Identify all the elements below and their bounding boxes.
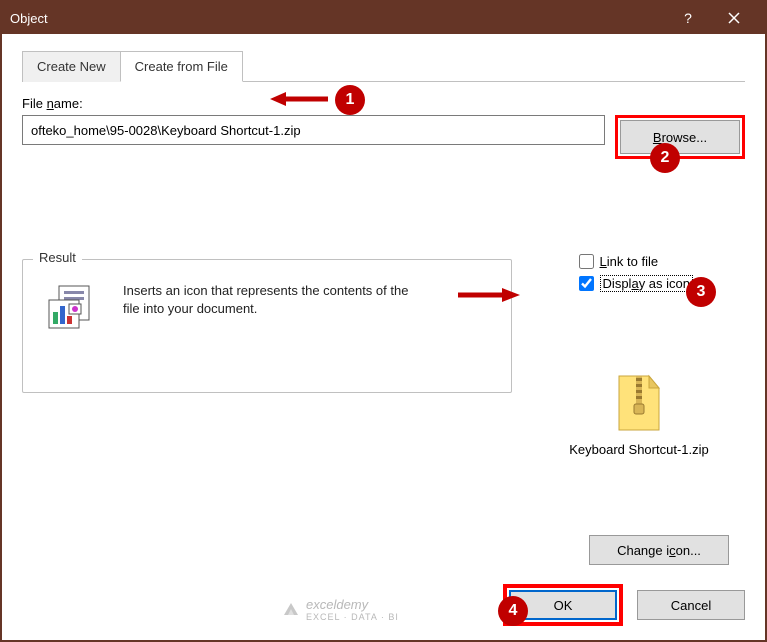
watermark-main: exceldemy bbox=[306, 597, 399, 612]
icon-preview: Keyboard Shortcut-1.zip bbox=[559, 374, 719, 457]
zip-file-icon bbox=[614, 374, 664, 434]
watermark: exceldemy EXCEL · DATA · BI bbox=[282, 597, 399, 622]
badge-3: 3 bbox=[686, 277, 716, 307]
link-to-file-checkbox[interactable] bbox=[579, 254, 594, 269]
close-button[interactable] bbox=[711, 2, 757, 34]
titlebar: Object ? bbox=[2, 2, 765, 34]
arrow-1 bbox=[270, 90, 330, 108]
close-icon bbox=[728, 12, 740, 24]
browse-button[interactable]: Browse... bbox=[620, 120, 740, 154]
highlight-browse: Browse... bbox=[615, 115, 745, 159]
link-to-file-option[interactable]: Link to file bbox=[579, 254, 693, 269]
display-as-icon-option[interactable]: Display as icon bbox=[579, 275, 693, 292]
dialog-buttons: OK Cancel bbox=[503, 584, 745, 626]
file-name-label: File name: bbox=[22, 96, 745, 111]
result-icon bbox=[45, 284, 101, 332]
tab-create-new[interactable]: Create New bbox=[22, 51, 121, 82]
badge-1: 1 bbox=[335, 85, 365, 115]
watermark-sub: EXCEL · DATA · BI bbox=[306, 612, 399, 622]
preview-filename: Keyboard Shortcut-1.zip bbox=[559, 442, 719, 457]
window-title: Object bbox=[10, 11, 665, 26]
display-as-icon-label: Display as icon bbox=[600, 275, 693, 292]
arrow-3 bbox=[456, 286, 520, 304]
cancel-button[interactable]: Cancel bbox=[637, 590, 745, 620]
file-name-input[interactable] bbox=[22, 115, 605, 145]
tab-create-from-file[interactable]: Create from File bbox=[120, 51, 243, 82]
tab-bar: Create New Create from File bbox=[22, 50, 745, 82]
display-as-icon-checkbox[interactable] bbox=[579, 276, 594, 291]
link-to-file-label: Link to file bbox=[600, 254, 659, 269]
help-button[interactable]: ? bbox=[665, 2, 711, 34]
result-description: Inserts an icon that represents the cont… bbox=[123, 282, 423, 317]
result-legend: Result bbox=[33, 250, 82, 265]
options-group: Link to file Display as icon bbox=[579, 254, 693, 298]
badge-4: 4 bbox=[498, 596, 528, 626]
watermark-icon bbox=[282, 601, 300, 619]
badge-2: 2 bbox=[650, 143, 680, 173]
change-icon-button[interactable]: Change icon... bbox=[589, 535, 729, 565]
result-group: Result Inserts an icon that represents t… bbox=[22, 259, 512, 393]
